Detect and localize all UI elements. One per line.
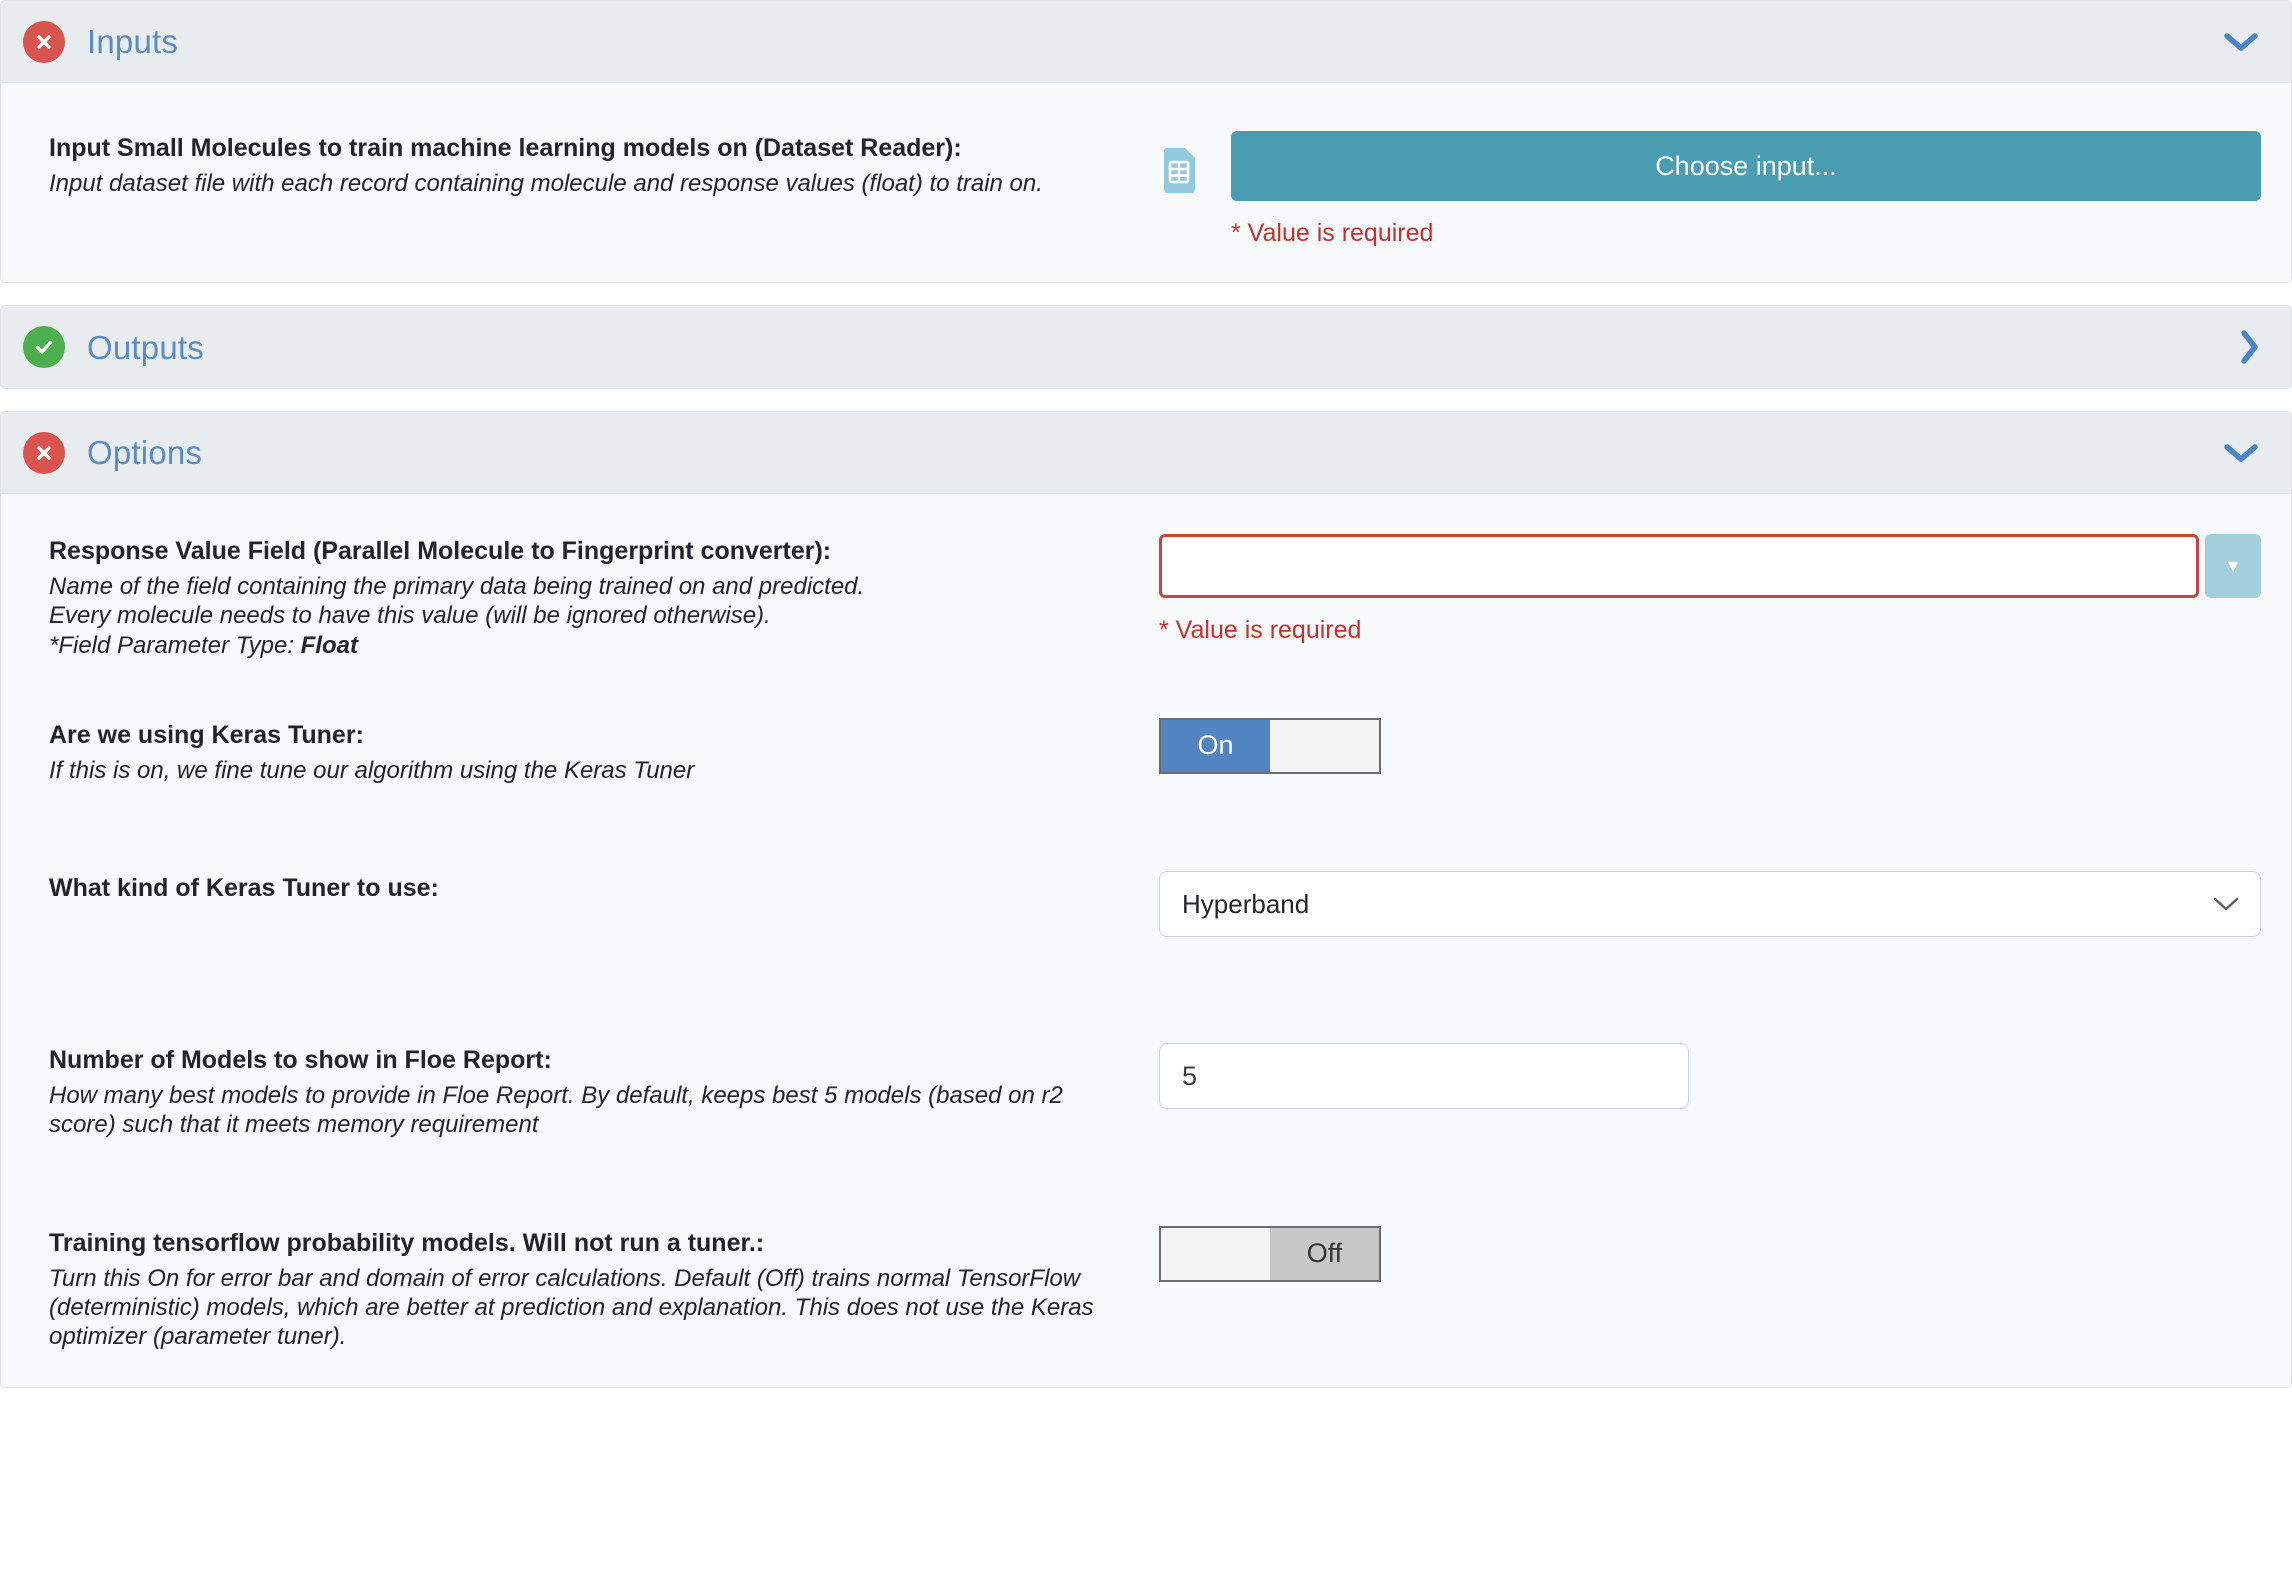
inputs-panel-header[interactable]: Inputs: [1, 1, 2291, 83]
outputs-panel-header[interactable]: Outputs: [1, 306, 2291, 388]
parameter-type-prefix: *Field Parameter Type:: [49, 631, 301, 659]
number-of-models-label: Number of Models to show in Floe Report:: [49, 1046, 552, 1075]
dataset-reader-field-row: Input Small Molecules to train machine l…: [1, 123, 2291, 246]
tensorflow-probability-text: Training tensorflow probability models. …: [49, 1226, 1159, 1352]
keras-tuner-kind-text: What kind of Keras Tuner to use:: [49, 871, 1159, 909]
inputs-panel-body: Input Small Molecules to train machine l…: [1, 83, 2291, 282]
keras-tuner-toggle-label: Are we using Keras Tuner:: [49, 720, 364, 749]
outputs-panel-title: Outputs: [87, 328, 204, 366]
options-panel-header[interactable]: Options: [1, 412, 2291, 494]
row-spacer: [1, 785, 2291, 871]
toggle-on-half[interactable]: On: [1161, 719, 1270, 772]
response-value-field-parameter-type: *Field Parameter Type: Float: [49, 631, 1129, 660]
dataset-reader-description: Input dataset file with each record cont…: [49, 170, 1043, 197]
tensorflow-probability-control: Off: [1159, 1225, 2261, 1282]
number-of-models-description: How many best models to provide in Floe …: [49, 1082, 1063, 1139]
options-panel: Options Response Value Field (Parallel M…: [0, 411, 2292, 1389]
number-of-models-text: Number of Models to show in Floe Report:…: [49, 1043, 1159, 1140]
tensorflow-probability-row: Training tensorflow probability models. …: [1, 1225, 2291, 1352]
parameter-form-page: Inputs Input Small Molecules to train ma…: [0, 0, 2292, 1580]
choose-input-button[interactable]: Choose input...: [1231, 131, 2261, 201]
keras-tuner-toggle-switch[interactable]: On: [1159, 717, 1381, 774]
check-circle-icon: [23, 326, 65, 368]
choose-input-wrap: Choose input... * Value is required: [1231, 131, 2261, 246]
dataset-reader-text: Input Small Molecules to train machine l…: [49, 131, 1159, 198]
response-value-field-label: Response Value Field (Parallel Molecule …: [49, 537, 832, 565]
parameter-type-value: Float: [300, 631, 358, 659]
keras-tuner-toggle-control: On: [1159, 717, 2261, 774]
response-value-input[interactable]: [1159, 534, 2199, 598]
caret-down-icon: ▼: [2224, 556, 2242, 576]
number-of-models-row: Number of Models to show in Floe Report:…: [1, 1043, 2291, 1140]
dataset-reader-error: * Value is required: [1231, 219, 1434, 247]
row-spacer: [1, 937, 2291, 1043]
keras-tuner-kind-select-box: Hyperband: [1159, 871, 2261, 938]
chevron-right-icon[interactable]: [2237, 327, 2261, 367]
toggle-off-half[interactable]: [1270, 719, 1379, 772]
toggle-on-half[interactable]: [1161, 1227, 1270, 1280]
keras-tuner-toggle-row: Are we using Keras Tuner: If this is on,…: [1, 717, 2291, 785]
row-spacer: [1, 1140, 2291, 1226]
keras-tuner-kind-control: Hyperband: [1159, 871, 2261, 938]
dataset-reader-control: Choose input... * Value is required: [1159, 131, 2261, 246]
response-value-field-error: * Value is required: [1159, 616, 1362, 644]
tensorflow-probability-label: Training tensorflow probability models. …: [49, 1228, 765, 1257]
response-value-field-control: ▼ * Value is required: [1159, 534, 2261, 643]
chevron-down-icon[interactable]: [2221, 30, 2261, 54]
response-value-field-text: Response Value Field (Parallel Molecule …: [49, 534, 1159, 660]
keras-tuner-kind-label: What kind of Keras Tuner to use:: [49, 874, 439, 903]
outputs-panel: Outputs: [0, 305, 2292, 389]
keras-tuner-toggle-description: If this is on, we fine tune our algorith…: [49, 756, 695, 784]
response-value-field-description-1: Name of the field containing the primary…: [49, 573, 865, 600]
error-circle-icon: [23, 431, 65, 474]
dataset-reader-label: Input Small Molecules to train machine l…: [49, 134, 962, 162]
number-of-models-control: [1159, 1043, 2261, 1110]
response-value-field-description-2: Every molecule needs to have this value …: [49, 602, 771, 630]
row-spacer: [1, 660, 2291, 718]
tensorflow-probability-toggle-switch[interactable]: Off: [1159, 1225, 1381, 1282]
inputs-panel: Inputs Input Small Molecules to train ma…: [0, 0, 2292, 283]
response-value-combobox: ▼: [1159, 534, 2261, 598]
dataset-table-icon: [1159, 145, 1199, 198]
response-value-field-row: Response Value Field (Parallel Molecule …: [1, 534, 2291, 660]
keras-tuner-kind-select[interactable]: Hyperband: [1159, 871, 2261, 938]
tensorflow-probability-description: Turn this On for error bar and domain of…: [49, 1264, 1094, 1351]
number-of-models-input[interactable]: [1159, 1043, 1689, 1110]
chevron-down-icon[interactable]: [2221, 441, 2261, 465]
keras-tuner-kind-row: What kind of Keras Tuner to use: Hyperba…: [1, 871, 2291, 938]
error-circle-icon: [23, 20, 65, 63]
options-panel-title: Options: [87, 434, 203, 471]
response-value-dropdown-button[interactable]: ▼: [2205, 534, 2261, 598]
inputs-panel-title: Inputs: [87, 23, 179, 60]
toggle-off-half[interactable]: Off: [1270, 1227, 1379, 1280]
options-panel-body: Response Value Field (Parallel Molecule …: [1, 494, 2291, 1388]
keras-tuner-toggle-text: Are we using Keras Tuner: If this is on,…: [49, 718, 1159, 785]
